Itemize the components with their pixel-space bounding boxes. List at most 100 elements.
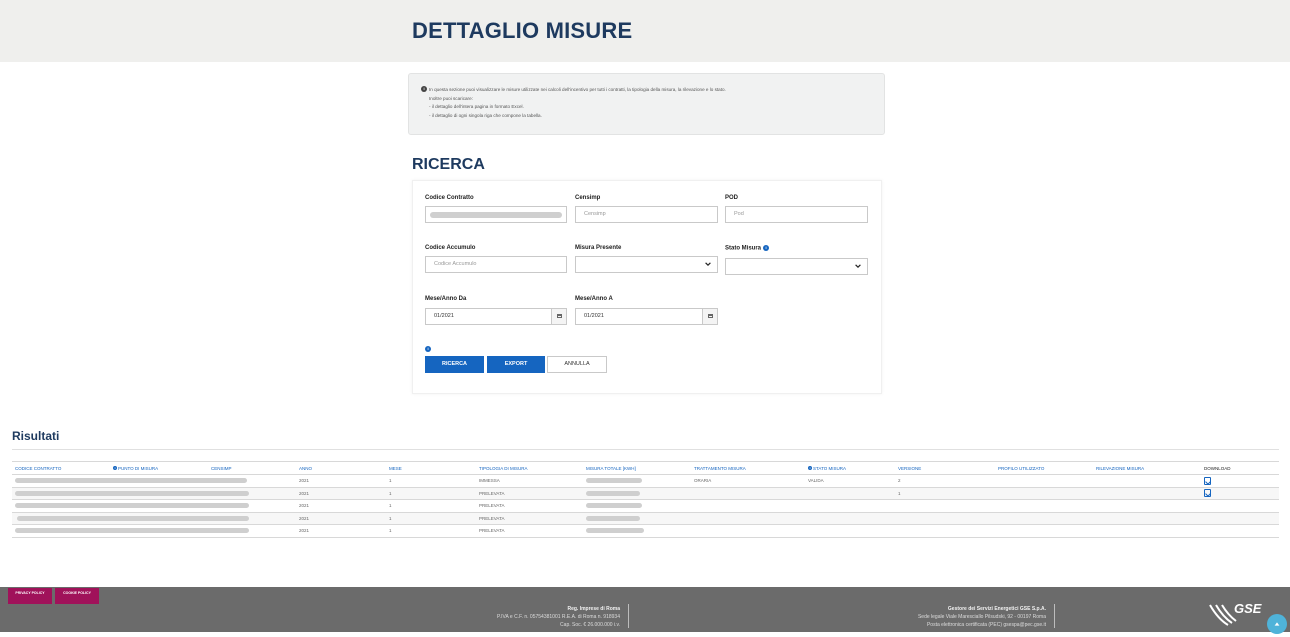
- mese-anno-a-input[interactable]: 01/2021: [575, 308, 718, 325]
- codice-contratto-input[interactable]: [425, 206, 567, 223]
- masked-cell: [12, 474, 296, 488]
- column-header[interactable]: MISURA TOTALE [KWH]: [583, 461, 691, 475]
- column-header[interactable]: i PUNTO DI MISURA: [110, 461, 208, 475]
- download-icon[interactable]: [1204, 489, 1211, 498]
- mese-cell: 1: [386, 487, 476, 500]
- trattamento-cell: [691, 524, 805, 538]
- column-header-label: STATO MISURA: [813, 465, 847, 471]
- column-header[interactable]: VERSIONE: [895, 461, 995, 475]
- info-line: Inoltre puoi scaricare:: [429, 95, 473, 101]
- column-header[interactable]: RILEVAZIONE MISURA: [1093, 461, 1201, 475]
- calendar-icon[interactable]: [702, 309, 717, 324]
- info-box: i In questa sezione puoi visualizzare le…: [408, 73, 885, 135]
- trattamento-cell: [691, 512, 805, 525]
- download-icon[interactable]: [1204, 476, 1211, 485]
- footer-registry: Reg. Imprese di Roma P.IVA e C.F. n. 057…: [497, 605, 620, 629]
- masked-cell: [12, 499, 296, 513]
- trattamento-cell: ORARIA: [691, 474, 805, 488]
- info-line: - il dettaglio dell'intera pagina in for…: [429, 104, 524, 110]
- footer-company-line: Posta elettronica certificata (PEC) gses…: [926, 622, 1046, 628]
- footer-registry-title: Reg. Imprese di Roma: [567, 606, 620, 612]
- mese-anno-a-value: 01/2021: [584, 313, 604, 319]
- export-button[interactable]: EXPORT: [487, 356, 545, 373]
- mese-cell: 1: [386, 499, 476, 513]
- codice-accumulo-input[interactable]: Codice Accumulo: [425, 256, 567, 273]
- codice-contratto-label: Codice Contratto: [425, 195, 474, 201]
- mese-anno-a-label: Mese/Anno A: [575, 296, 613, 302]
- versione-cell: 2: [895, 474, 995, 488]
- calendar-icon[interactable]: [551, 309, 566, 324]
- footer-company: Gestore dei Servizi Energetici GSE S.p.A…: [918, 605, 1046, 629]
- anno-cell: 2021: [296, 512, 386, 525]
- misura-totale-cell: [583, 474, 691, 488]
- profilo-cell: [995, 499, 1093, 513]
- stato-cell: [805, 487, 895, 500]
- footer-registry-line: Cap. Soc. € 26.000.000 i.v.: [560, 622, 620, 628]
- mese-cell: 1: [386, 512, 476, 525]
- column-header[interactable]: CODICE CONTRATTO: [12, 461, 110, 475]
- ricerca-button[interactable]: RICERCA: [425, 356, 484, 373]
- info-icon[interactable]: i: [113, 466, 117, 471]
- mese-cell: 1: [386, 524, 476, 538]
- column-header[interactable]: CENSIMP: [208, 461, 296, 475]
- versione-cell: 1: [895, 487, 995, 500]
- rilevazione-cell: [1093, 487, 1201, 500]
- anno-cell: 2021: [296, 524, 386, 538]
- table-row: 2021 1 PRELEVATA: [12, 512, 1279, 525]
- download-cell: [1201, 487, 1279, 500]
- misura-totale-cell: [583, 487, 691, 500]
- footer-company-line: Sede legale Viale Maresciallo Pilsudski,…: [917, 614, 1046, 620]
- mese-anno-da-input[interactable]: 01/2021: [425, 308, 567, 325]
- tipologia-cell: PRELEVATA: [476, 524, 583, 538]
- pod-input[interactable]: Pod: [725, 206, 868, 223]
- column-header[interactable]: PROFILO UTILIZZATO: [995, 461, 1093, 475]
- stato-cell: [805, 499, 895, 513]
- anno-cell: 2021: [296, 499, 386, 513]
- stato-misura-select[interactable]: [725, 258, 868, 275]
- page-title: DETTAGLIO MISURE: [412, 18, 633, 43]
- versione-cell: [895, 512, 995, 525]
- annulla-button[interactable]: ANNULLA: [547, 356, 607, 373]
- download-cell: [1201, 524, 1279, 538]
- scroll-to-top-button[interactable]: [1267, 614, 1287, 634]
- cookie-policy-button[interactable]: COOKIE POLICY: [55, 588, 99, 604]
- info-line: In questa sezione puoi visualizzare le m…: [429, 87, 726, 92]
- stato-cell: [805, 524, 895, 538]
- stato-misura-label-text: Stato Misura: [725, 245, 762, 252]
- tipologia-cell: PRELEVATA: [476, 499, 583, 513]
- column-header[interactable]: MESE: [386, 461, 476, 475]
- footer-registry-line: P.IVA e C.F. n. 05754381001 R.E.A. di Ro…: [497, 614, 620, 620]
- table-row: 2021 1 PRELEVATA 1: [12, 487, 1279, 500]
- privacy-policy-button[interactable]: PRIVACY POLICY: [8, 588, 52, 604]
- info-icon: i: [421, 86, 427, 92]
- anno-cell: 2021: [296, 474, 386, 488]
- trattamento-cell: [691, 499, 805, 513]
- info-icon[interactable]: i: [808, 466, 812, 471]
- column-header[interactable]: i STATO MISURA: [805, 461, 895, 475]
- footer-divider: [628, 604, 629, 628]
- mese-cell: 1: [386, 474, 476, 488]
- column-header[interactable]: TRATTAMENTO MISURA: [691, 461, 805, 475]
- gse-logo: GSE: [1208, 599, 1264, 629]
- column-header: DOWNLOAD: [1201, 461, 1279, 475]
- column-header[interactable]: ANNO: [296, 461, 386, 475]
- footer-company-title: Gestore dei Servizi Energetici GSE S.p.A…: [947, 606, 1046, 612]
- search-title: RICERCA: [412, 156, 485, 173]
- censimp-input[interactable]: Censimp: [575, 206, 718, 223]
- column-header-label: PUNTO DI MISURA: [118, 465, 159, 471]
- page-header: [0, 0, 1290, 62]
- rilevazione-cell: [1093, 512, 1201, 525]
- column-header[interactable]: TIPOLOGIA DI MISURA: [476, 461, 583, 475]
- info-tooltip-icon[interactable]: i: [763, 245, 770, 251]
- tipologia-cell: PRELEVATA: [476, 487, 583, 500]
- misura-totale-cell: [583, 524, 691, 538]
- info-tooltip-icon[interactable]: i: [425, 346, 431, 352]
- masked-cell: [12, 512, 296, 525]
- misura-presente-select[interactable]: [575, 256, 718, 273]
- rilevazione-cell: [1093, 524, 1201, 538]
- versione-cell: [895, 499, 995, 513]
- chevron-down-icon: [705, 262, 711, 267]
- profilo-cell: [995, 524, 1093, 538]
- download-cell: [1201, 512, 1279, 525]
- mese-anno-da-value: 01/2021: [434, 313, 454, 319]
